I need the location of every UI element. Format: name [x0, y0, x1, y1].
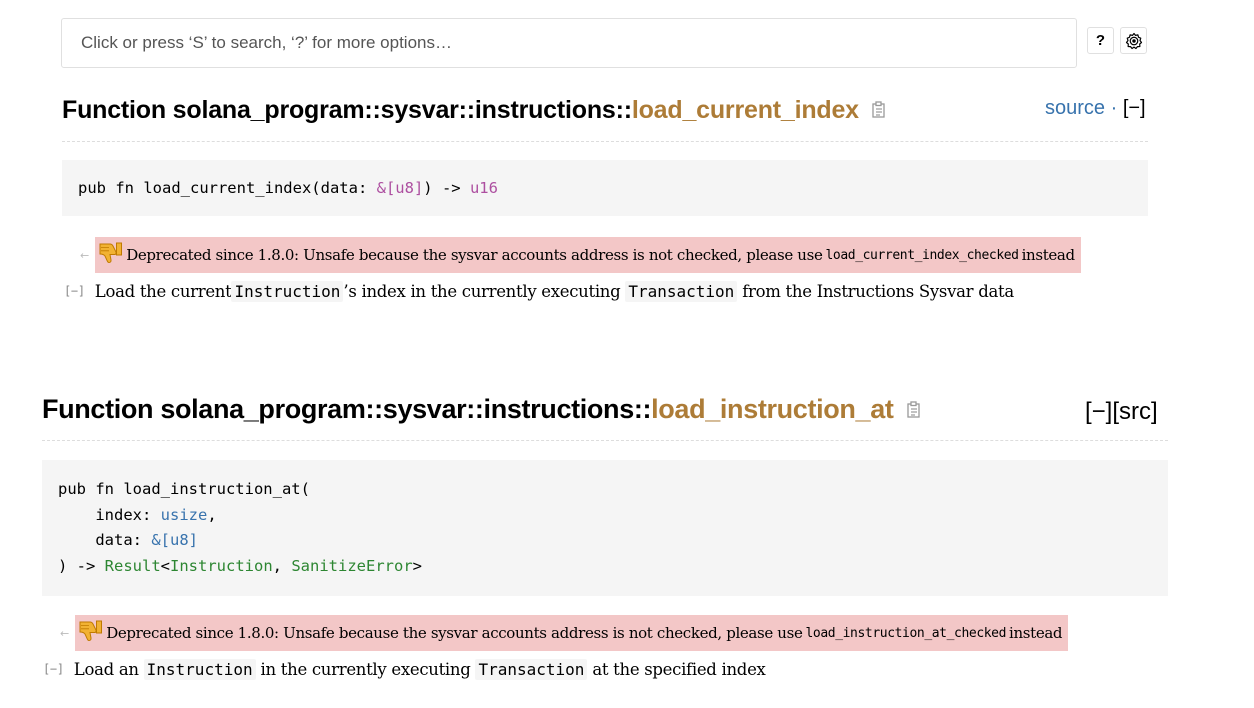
type-link-transaction[interactable]: Transaction	[625, 280, 738, 302]
type-link-transaction[interactable]: Transaction	[475, 658, 588, 680]
function-name[interactable]: load_current_index	[632, 96, 859, 124]
collapse-arrow-icon[interactable]: ←	[80, 249, 89, 262]
copy-path-icon[interactable]	[906, 395, 922, 426]
docblock: [−] Load an Instruction in the currently…	[43, 658, 766, 680]
docblock-toggle[interactable]: [−]	[43, 662, 64, 676]
gear-icon	[1125, 32, 1142, 49]
help-button[interactable]: ?	[1087, 27, 1114, 54]
search-placeholder: Click or press ‘S’ to search, ‘?’ for mo…	[81, 33, 452, 52]
source-link[interactable]: source	[1045, 97, 1105, 119]
type-link-instruction[interactable]: Instruction	[143, 658, 256, 680]
collapse-arrow-icon[interactable]: ←	[60, 627, 69, 640]
page-title-load-current-index: Function solana_program::sysvar::instruc…	[62, 96, 887, 126]
title-divider	[42, 440, 1168, 441]
thumbs-down-icon	[97, 241, 123, 269]
function-signature: pub fn load_instruction_at( index: usize…	[42, 460, 1168, 596]
function-signature: pub fn load_current_index(data: &[u8]) -…	[62, 160, 1148, 216]
item-header-links: source · [−]	[1045, 97, 1146, 119]
settings-button[interactable]	[1120, 27, 1147, 54]
thumbs-down-icon	[77, 619, 103, 647]
docblock-toggle[interactable]: [−]	[64, 284, 85, 298]
type-link-instruction[interactable]: Instruction	[231, 280, 344, 302]
title-divider	[62, 141, 1148, 142]
collapse-all-toggle[interactable]: [−]	[1123, 97, 1146, 119]
copy-path-icon[interactable]	[871, 97, 887, 126]
deprecated-notice: ← Deprecated since 1.8.0: Unsafe because…	[60, 615, 1069, 651]
deprecated-banner: Deprecated since 1.8.0: Unsafe because t…	[75, 615, 1069, 651]
search-input[interactable]: Click or press ‘S’ to search, ‘?’ for mo…	[61, 18, 1077, 68]
page-title-load-instruction-at: Function solana_program::sysvar::instruc…	[42, 394, 922, 426]
collapse-src-links[interactable]: [−][src]	[1085, 398, 1158, 425]
docblock: [−] Load the current Instruction’s index…	[64, 280, 1014, 302]
item-header-links[interactable]: [−][src]	[1085, 398, 1158, 426]
function-name[interactable]: load_instruction_at	[651, 394, 894, 424]
deprecated-banner: Deprecated since 1.8.0: Unsafe because t…	[95, 237, 1081, 273]
deprecated-notice: ← Deprecated since 1.8.0: Unsafe because…	[80, 237, 1081, 273]
